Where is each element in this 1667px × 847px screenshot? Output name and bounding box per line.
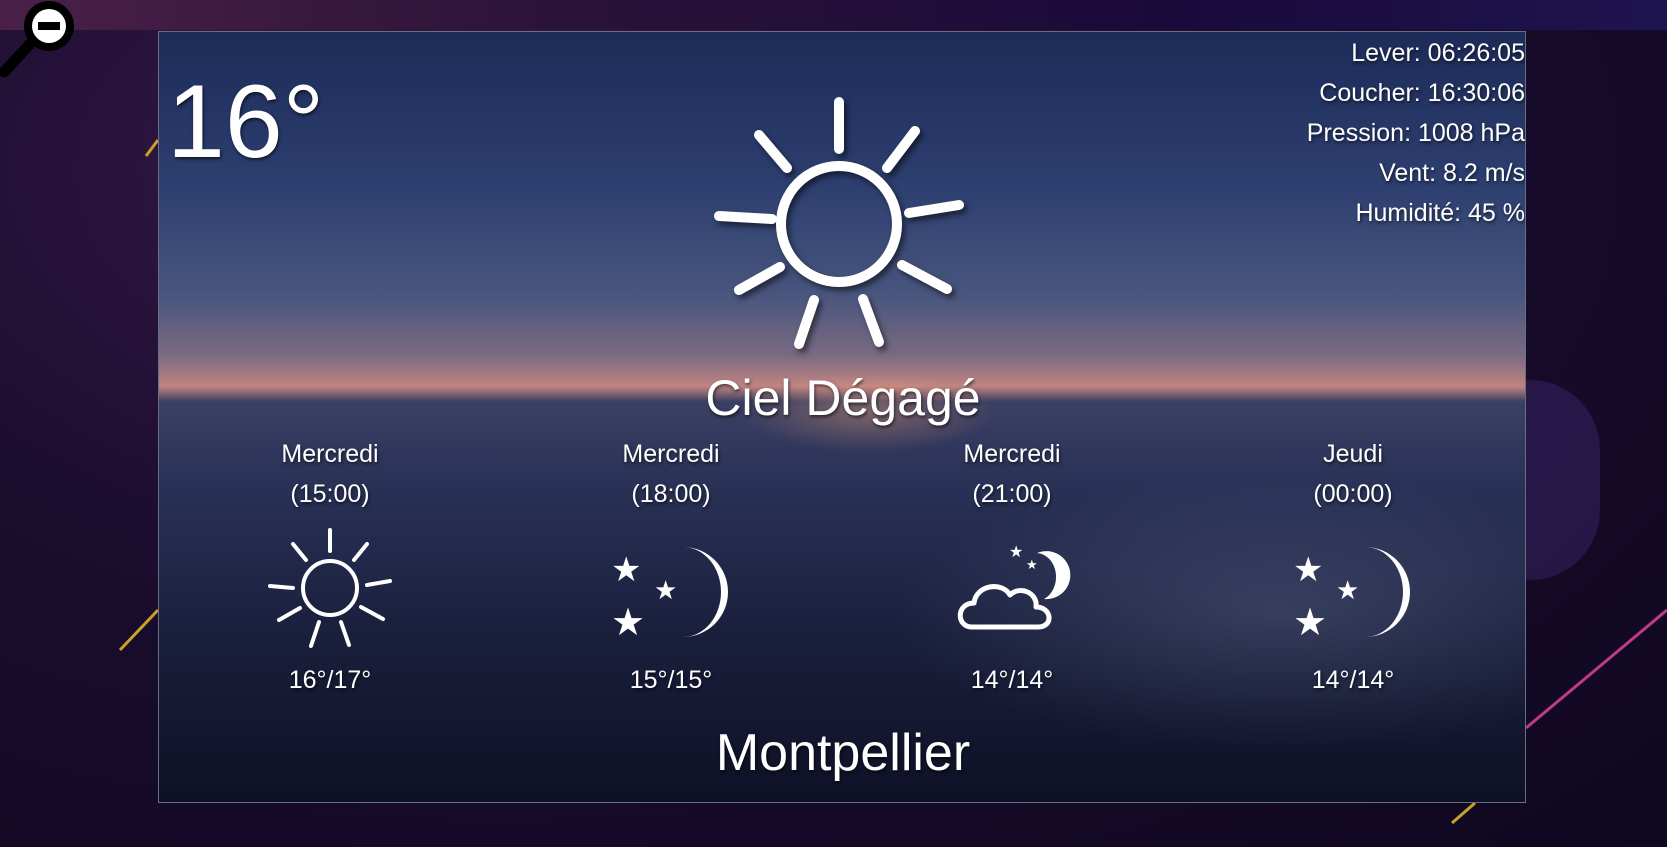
wind-text: Vent: 8.2 m/s	[1379, 159, 1525, 187]
svg-text:★: ★	[1293, 600, 1327, 644]
city-name: Montpellier	[715, 724, 971, 782]
weather-panel: 16° Lever: 06:26:05 Coucher: 16:30:06 Pr…	[158, 31, 1526, 803]
zoom-out-button[interactable]	[0, 0, 82, 82]
forecast-time: (21:00)	[972, 480, 1052, 508]
current-temperature: 16°	[167, 64, 325, 180]
forecast-day: Mercredi	[281, 440, 379, 468]
moon-stars-icon: ★ ★ ★	[611, 547, 728, 644]
svg-text:★: ★	[1026, 558, 1038, 573]
svg-text:★: ★	[611, 550, 641, 590]
forecast-day: Mercredi	[622, 440, 720, 468]
accent-line-gold	[144, 139, 160, 157]
humidity-text: Humidité: 45 %	[1355, 199, 1525, 227]
condition-text: Ciel Dégagé	[705, 370, 981, 426]
forecast-temps: 14°/14°	[970, 666, 1054, 694]
forecast-time: (00:00)	[1313, 480, 1393, 508]
zoom-out-icon	[0, 1, 74, 78]
forecast-time: (18:00)	[631, 480, 711, 508]
forecast-day: Mercredi	[963, 440, 1061, 468]
sunrise-text: Lever: 06:26:05	[1351, 39, 1525, 67]
forecast-time: (15:00)	[290, 480, 370, 508]
accent-line-pink	[1525, 608, 1667, 730]
forecast-temps: 14°/14°	[1311, 666, 1395, 694]
moon-stars-icon: ★ ★ ★	[1293, 547, 1410, 644]
forecast-temps: 16°/17°	[288, 666, 372, 694]
svg-text:★: ★	[1336, 576, 1359, 606]
forecast-day: Jeudi	[1323, 440, 1383, 468]
svg-text:★: ★	[654, 576, 677, 606]
pressure-text: Pression: 1008 hPa	[1306, 119, 1525, 147]
svg-text:★: ★	[1293, 550, 1323, 590]
accent-line-gold	[118, 608, 160, 652]
forecast-temps: 15°/15°	[629, 666, 713, 694]
sun-icon	[714, 97, 964, 349]
cloud-moon-icon: ★ ★	[957, 542, 1071, 630]
svg-text:★: ★	[1009, 542, 1023, 561]
sun-icon	[268, 528, 392, 648]
svg-text:★: ★	[611, 600, 645, 644]
sunset-text: Coucher: 16:30:06	[1319, 79, 1525, 107]
accent-line-gold	[1451, 801, 1476, 825]
